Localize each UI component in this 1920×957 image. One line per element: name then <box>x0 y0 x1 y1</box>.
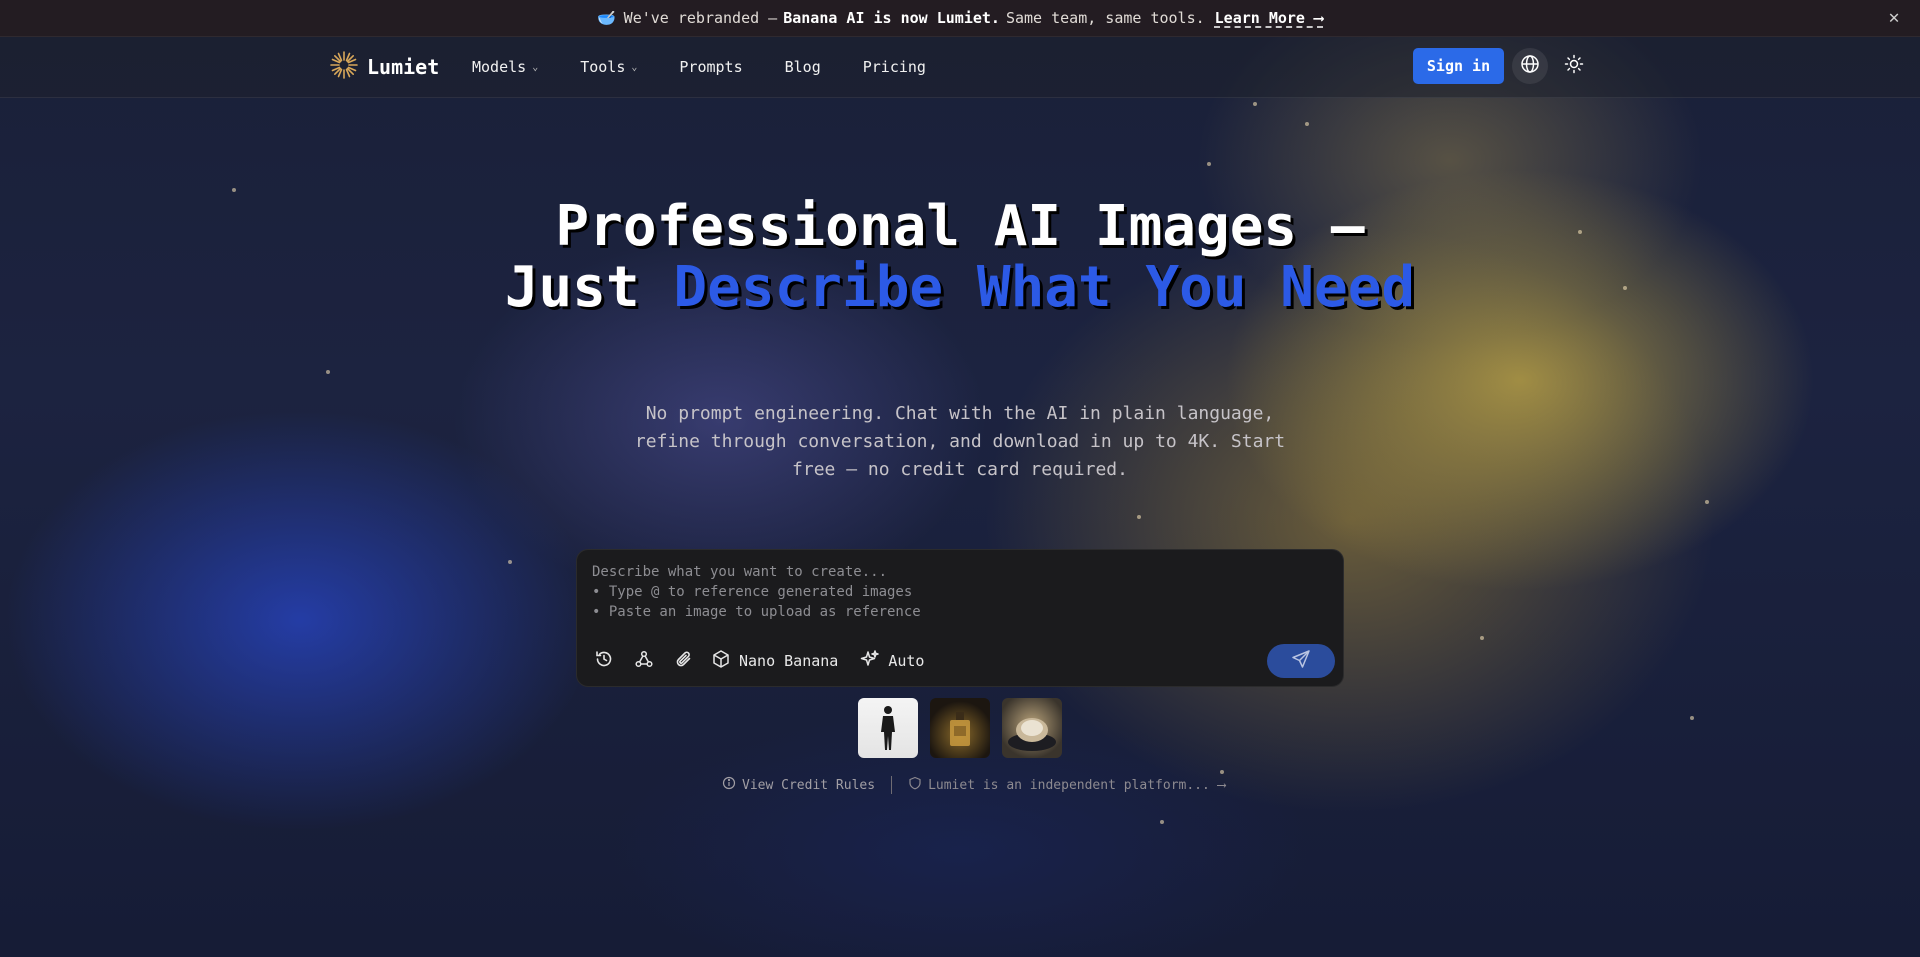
sign-in-button[interactable]: Sign in <box>1413 48 1504 84</box>
nav-item-label: Prompts <box>679 58 743 76</box>
shield-icon <box>908 776 922 794</box>
brand-logo[interactable]: Lumiet <box>329 51 439 83</box>
nav-links: Models ⌄ Tools ⌄ Prompts Blog Pricing <box>472 37 968 97</box>
announcement-tail: Same team, same tools. <box>1005 9 1205 27</box>
prompt-toolbar: Nano Banana Auto <box>591 648 946 674</box>
bowl-icon: 🥣 <box>596 9 616 27</box>
history-icon <box>594 649 614 673</box>
credit-rules-label: View Credit Rules <box>742 777 876 793</box>
page: 🥣 We've rebranded — Banana AI is now Lum… <box>0 0 1920 957</box>
paperclip-icon <box>674 649 694 673</box>
ratio-label: Auto <box>888 652 925 670</box>
history-button[interactable] <box>591 648 617 674</box>
announcement-text: We've rebranded — <box>623 9 778 27</box>
cube-icon <box>711 649 731 673</box>
close-icon[interactable]: ✕ <box>1884 8 1904 28</box>
footer-links: View Credit Rules Lumiet is an independe… <box>722 776 1225 794</box>
sun-icon <box>1564 54 1584 78</box>
nav-item-label: Blog <box>784 58 821 76</box>
divider <box>891 776 893 794</box>
ratio-selector[interactable]: Auto <box>860 649 924 673</box>
prompt-input[interactable]: Describe what you want to create... • Ty… <box>592 562 1322 626</box>
learn-more-link[interactable]: Learn More ⟶ <box>1215 9 1323 27</box>
example-thumbnail-watch[interactable] <box>1002 698 1062 758</box>
nav-item-label: Pricing <box>862 58 926 76</box>
nav-item-pricing[interactable]: Pricing <box>863 58 926 76</box>
example-thumbnail-perfume[interactable] <box>930 698 990 758</box>
announcement-highlight: Banana AI is now Lumiet. <box>783 9 1000 27</box>
hero-title-just: Just <box>504 255 674 320</box>
disclaimer-label: Lumiet is an independent platform... ⟶ <box>928 777 1226 793</box>
nav-item-tools[interactable]: Tools ⌄ <box>580 58 637 76</box>
hero-title-accent: Describe What You Need <box>673 255 1416 320</box>
info-icon <box>722 776 736 794</box>
disclaimer-link[interactable]: Lumiet is an independent platform... ⟶ <box>908 776 1225 794</box>
nav-item-prompts[interactable]: Prompts <box>679 58 742 76</box>
nav-item-blog[interactable]: Blog <box>785 58 821 76</box>
sparkles-icon <box>860 649 880 673</box>
chevron-down-icon: ⌄ <box>631 61 638 73</box>
hero-title-line1: Professional AI Images — <box>555 194 1365 259</box>
language-button[interactable] <box>1512 48 1548 84</box>
model-selector[interactable]: Nano Banana <box>711 649 838 673</box>
hero-title: Professional AI Images — Just Describe W… <box>460 196 1460 318</box>
chevron-down-icon: ⌄ <box>532 61 539 73</box>
prompt-box: Describe what you want to create... • Ty… <box>576 549 1344 687</box>
globe-icon <box>1520 54 1540 78</box>
credit-rules-link[interactable]: View Credit Rules <box>722 776 875 794</box>
attach-button[interactable] <box>671 648 697 674</box>
nav-item-label: Tools <box>580 58 626 76</box>
send-icon <box>1291 649 1311 673</box>
example-thumbnail-figure[interactable] <box>858 698 918 758</box>
sunburst-logo-icon <box>329 50 359 84</box>
nodes-icon <box>634 649 654 673</box>
workflow-button[interactable] <box>631 648 657 674</box>
model-label: Nano Banana <box>739 652 839 670</box>
nav-item-label: Models <box>472 58 527 76</box>
brand-name: Lumiet <box>367 55 440 79</box>
announcement-bar: 🥣 We've rebranded — Banana AI is now Lum… <box>0 0 1920 37</box>
send-button[interactable] <box>1267 644 1335 678</box>
hero-subtitle: No prompt engineering. Chat with the AI … <box>634 403 1286 480</box>
theme-toggle-button[interactable] <box>1556 48 1592 84</box>
example-thumbnails <box>858 698 1062 758</box>
nav-item-models[interactable]: Models ⌄ <box>472 58 538 76</box>
top-nav: Lumiet Models ⌄ Tools ⌄ Prompts Blog Pri… <box>0 37 1920 98</box>
